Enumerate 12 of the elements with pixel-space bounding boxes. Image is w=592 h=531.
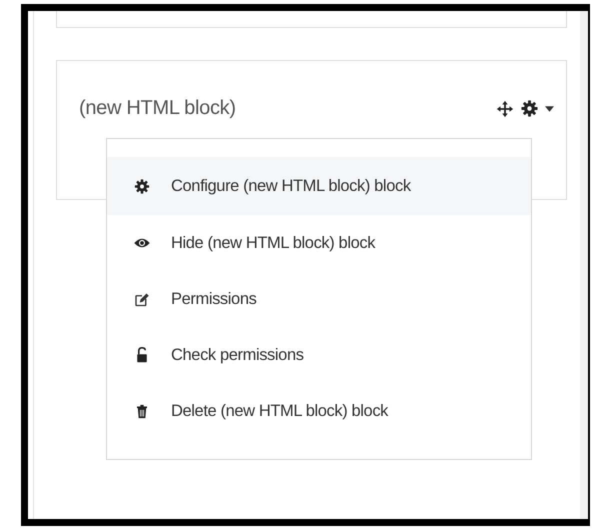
settings-icon [133, 178, 151, 194]
menu-item[interactable]: Hide (new HTML block) block [107, 215, 531, 271]
move-icon[interactable] [496, 100, 514, 118]
eye-icon [133, 237, 151, 249]
menu-item[interactable]: Delete (new HTML block) block [107, 383, 531, 439]
menu-item[interactable]: Permissions [107, 271, 531, 327]
settings-icon[interactable] [521, 100, 538, 117]
edit-icon [133, 292, 151, 306]
caret-icon[interactable] [545, 106, 554, 112]
block-title: (new HTML block) [79, 97, 236, 120]
menu-item[interactable]: Check permissions [107, 327, 531, 383]
menu-item[interactable]: Configure (new HTML block) block [107, 157, 531, 215]
